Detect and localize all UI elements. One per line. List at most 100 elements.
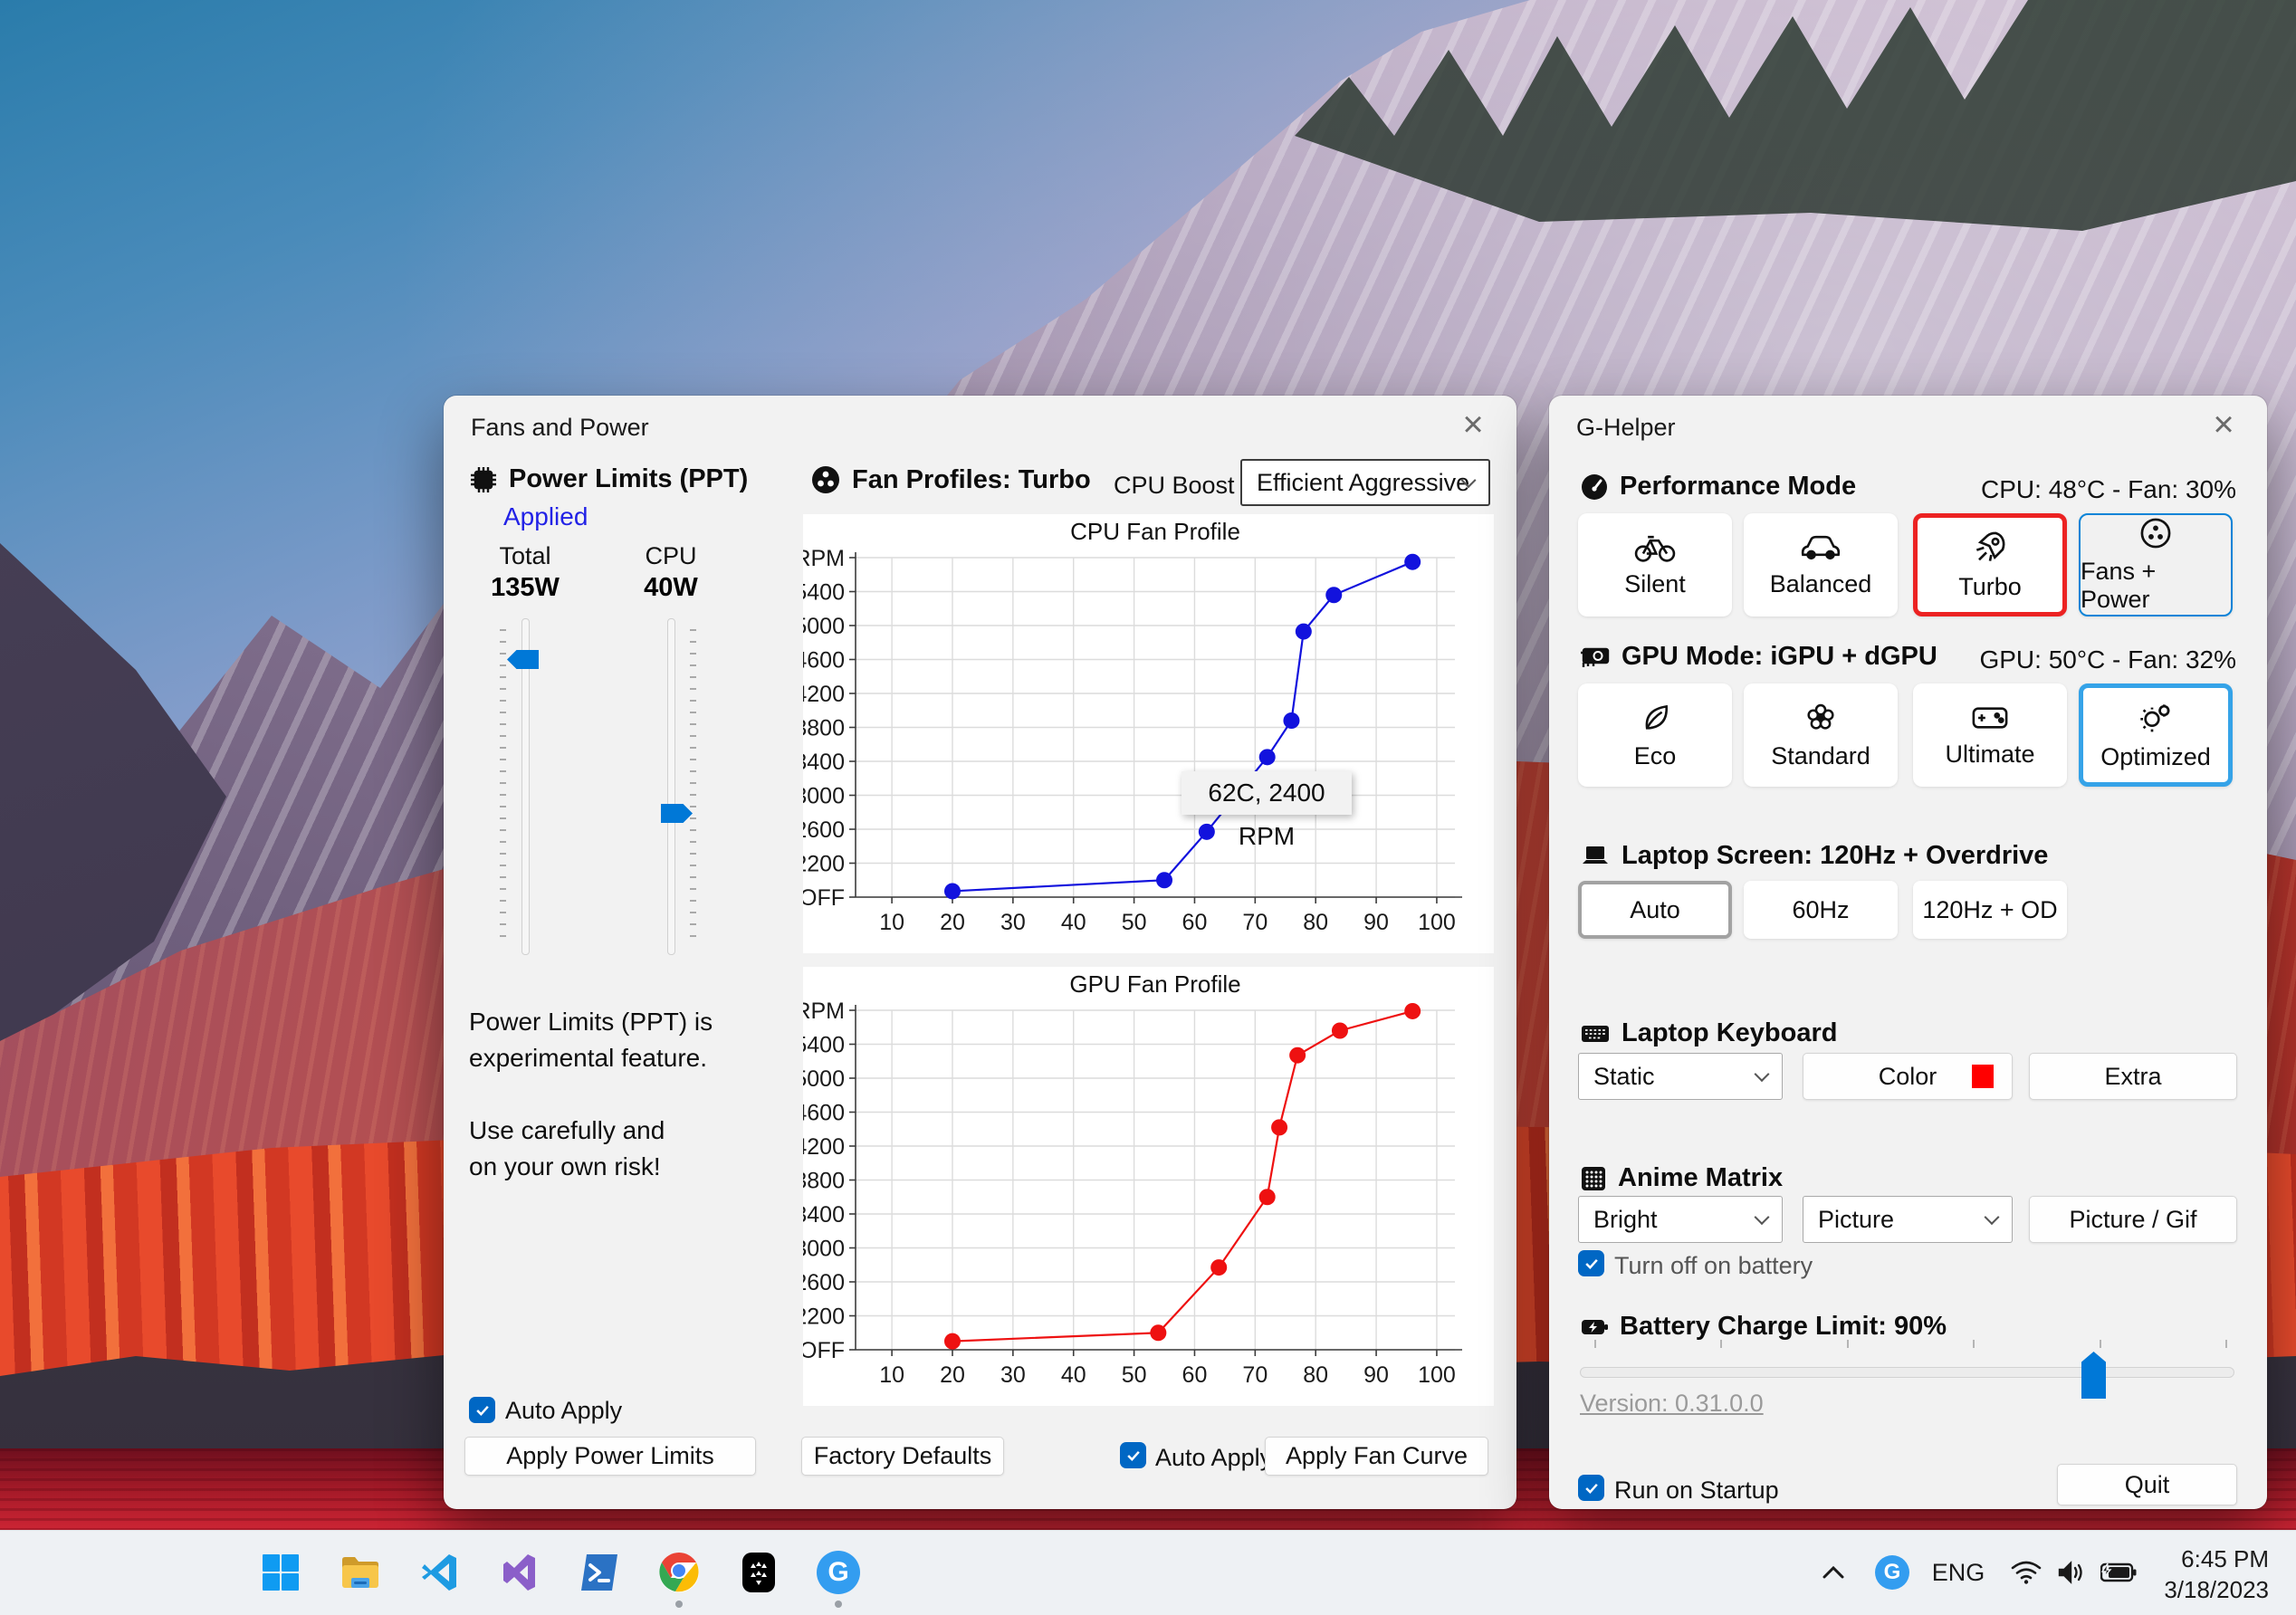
laptop-icon [1583,846,1608,864]
gpu-button-label: Optimized [2100,742,2211,770]
laptop-keyboard-header: Laptop Keyboard [1580,1018,1837,1048]
svg-text:2600: 2600 [803,1270,845,1295]
svg-text:20: 20 [940,1362,965,1388]
chevron-down-icon [1754,1209,1770,1226]
chip-icon [471,466,496,492]
running-indicator [835,1601,842,1608]
wifi-icon[interactable] [2003,1530,2050,1615]
apply-power-limits-button[interactable]: Apply Power Limits [464,1437,756,1476]
svg-text:3000: 3000 [803,784,845,809]
svg-text:CPU Fan Profile: CPU Fan Profile [1070,518,1240,545]
apply-fan-curve-button[interactable]: Apply Fan Curve [1265,1437,1488,1476]
svg-text:2600: 2600 [803,817,845,843]
g-helper-icon[interactable]: G [817,1551,860,1594]
fan-profiles-header: Fan Profiles: Turbo [810,464,1091,495]
svg-text:4200: 4200 [803,682,845,707]
svg-text:RPM: RPM [803,999,845,1024]
tray-chevron-up-icon[interactable] [1806,1530,1861,1615]
power-limits-title: Power Limits (PPT) [509,464,749,493]
file-explorer-icon[interactable] [339,1551,382,1594]
keyboard-extra-button[interactable]: Extra [2029,1053,2237,1100]
cpu-fan-chart[interactable]: 10 20 30 40 50 60 70 80 90 100 OFF 2200 2600 3000 3400… [803,514,1494,953]
keyboard-mode-select[interactable]: Static [1578,1053,1783,1100]
terminal-icon[interactable] [578,1551,621,1594]
gpu-button-optimized[interactable]: Optimized [2079,683,2233,787]
run-on-startup-checkbox[interactable] [1578,1475,1604,1501]
visual-studio-icon[interactable] [498,1551,541,1594]
vscode-icon[interactable] [418,1551,462,1594]
screen-button-120hz-od[interactable]: 120Hz + OD [1913,881,2067,939]
battery-slider-handle[interactable] [2081,1352,2106,1399]
leaf-icon [1645,704,1668,730]
svg-text:3400: 3400 [803,1202,845,1228]
keyboard-color-button[interactable]: Color [1803,1053,2013,1100]
svg-text:50: 50 [1122,1362,1147,1388]
laptop-keyboard-title: Laptop Keyboard [1622,1018,1838,1047]
quit-button[interactable]: Quit [2057,1464,2237,1505]
bulb-gear-icon [2140,703,2170,731]
chevron-down-icon [1754,1066,1770,1083]
svg-text:80: 80 [1303,1362,1328,1388]
laptop-screen-header: Laptop Screen: 120Hz + Overdrive [1580,841,2048,871]
auto-apply-fan-checkbox[interactable] [1120,1442,1146,1468]
g-helper-window: G-Helper × Performance Mode CPU: 48°C - … [1549,396,2267,1509]
warning-text: on your own risk! [469,1152,661,1180]
media-app-icon[interactable] [737,1551,780,1594]
svg-text:3400: 3400 [803,750,845,775]
gpu-button-eco[interactable]: Eco [1578,683,1732,787]
cpu-boost-select[interactable]: Efficient Aggressive [1240,459,1490,506]
screen-button-60hz[interactable]: 60Hz [1744,881,1898,939]
performance-mode-header: Performance Mode [1580,472,1856,502]
anime-picture-gif-button[interactable]: Picture / Gif [2029,1196,2237,1243]
screen-button-label: 60Hz [1792,895,1850,923]
cpu-slider-handle[interactable] [661,804,693,823]
mode-button-label: Fans + Power [2081,558,2157,613]
svg-text:4600: 4600 [803,648,845,674]
svg-text:100: 100 [1418,910,1456,935]
auto-apply-fan-label: Auto Apply [1155,1444,1273,1471]
gpu-button-ultimate[interactable]: Ultimate [1913,683,2067,787]
anime-mode-value: Picture [1818,1205,1895,1233]
speaker-icon[interactable] [2048,1530,2095,1615]
anime-mode-select[interactable]: Picture [1803,1196,2013,1243]
turn-off-on-battery-checkbox[interactable] [1578,1250,1604,1276]
tray-g-helper-icon[interactable]: G [1867,1530,1918,1615]
windows-start-icon[interactable] [259,1551,302,1594]
mode-button-turbo[interactable]: Turbo [1913,513,2067,616]
svg-text:80: 80 [1303,910,1328,935]
gpu-fan-chart[interactable]: 10 20 30 40 50 60 70 80 90 100 OFF 2200 2600 3000 3400… [803,967,1494,1406]
chrome-icon[interactable] [657,1551,701,1594]
cpu-value: 40W [644,573,698,602]
anime-brightness-select[interactable]: Bright [1578,1196,1783,1243]
svg-text:2200: 2200 [803,852,845,877]
total-slider-ticks [500,629,506,946]
run-on-startup-label: Run on Startup [1614,1476,1779,1504]
svg-text:5400: 5400 [803,580,845,606]
screen-button-auto[interactable]: Auto [1578,881,1732,939]
rocket-icon [1976,531,2005,561]
gpu-mode-title: GPU Mode: iGPU + dGPU [1622,642,1937,671]
mode-button-balanced[interactable]: Balanced [1744,513,1898,616]
car-icon [1801,535,1841,559]
applied-link[interactable]: Applied [503,502,588,531]
factory-defaults-button[interactable]: Factory Defaults [801,1437,1004,1476]
close-icon[interactable]: × [1451,403,1495,446]
svg-text:OFF: OFF [803,885,845,911]
cpu-slider-track[interactable] [667,618,675,955]
total-slider-handle[interactable] [507,650,539,669]
tray-clock[interactable]: 6:45 PM 3/18/2023 [2106,1543,2269,1605]
svg-text:4600: 4600 [803,1101,845,1126]
auto-apply-power-checkbox[interactable] [469,1397,495,1423]
window-title: G-Helper [1576,414,1676,441]
mode-button-silent[interactable]: Silent [1578,513,1732,616]
mode-button-fans-power[interactable]: Fans + Power [2079,513,2233,616]
battery-slider-ticks [1594,1340,2227,1348]
battery-slider-track[interactable] [1580,1367,2234,1378]
svg-text:10: 10 [879,910,904,935]
version-link[interactable]: Version: 0.31.0.0 [1580,1390,1764,1418]
warning-text: Use carefully and [469,1116,665,1144]
close-icon[interactable]: × [2202,403,2245,446]
tray-language[interactable]: ENG [1927,1530,1990,1615]
speedometer-icon [1582,473,1607,500]
gpu-button-standard[interactable]: Standard [1744,683,1898,787]
